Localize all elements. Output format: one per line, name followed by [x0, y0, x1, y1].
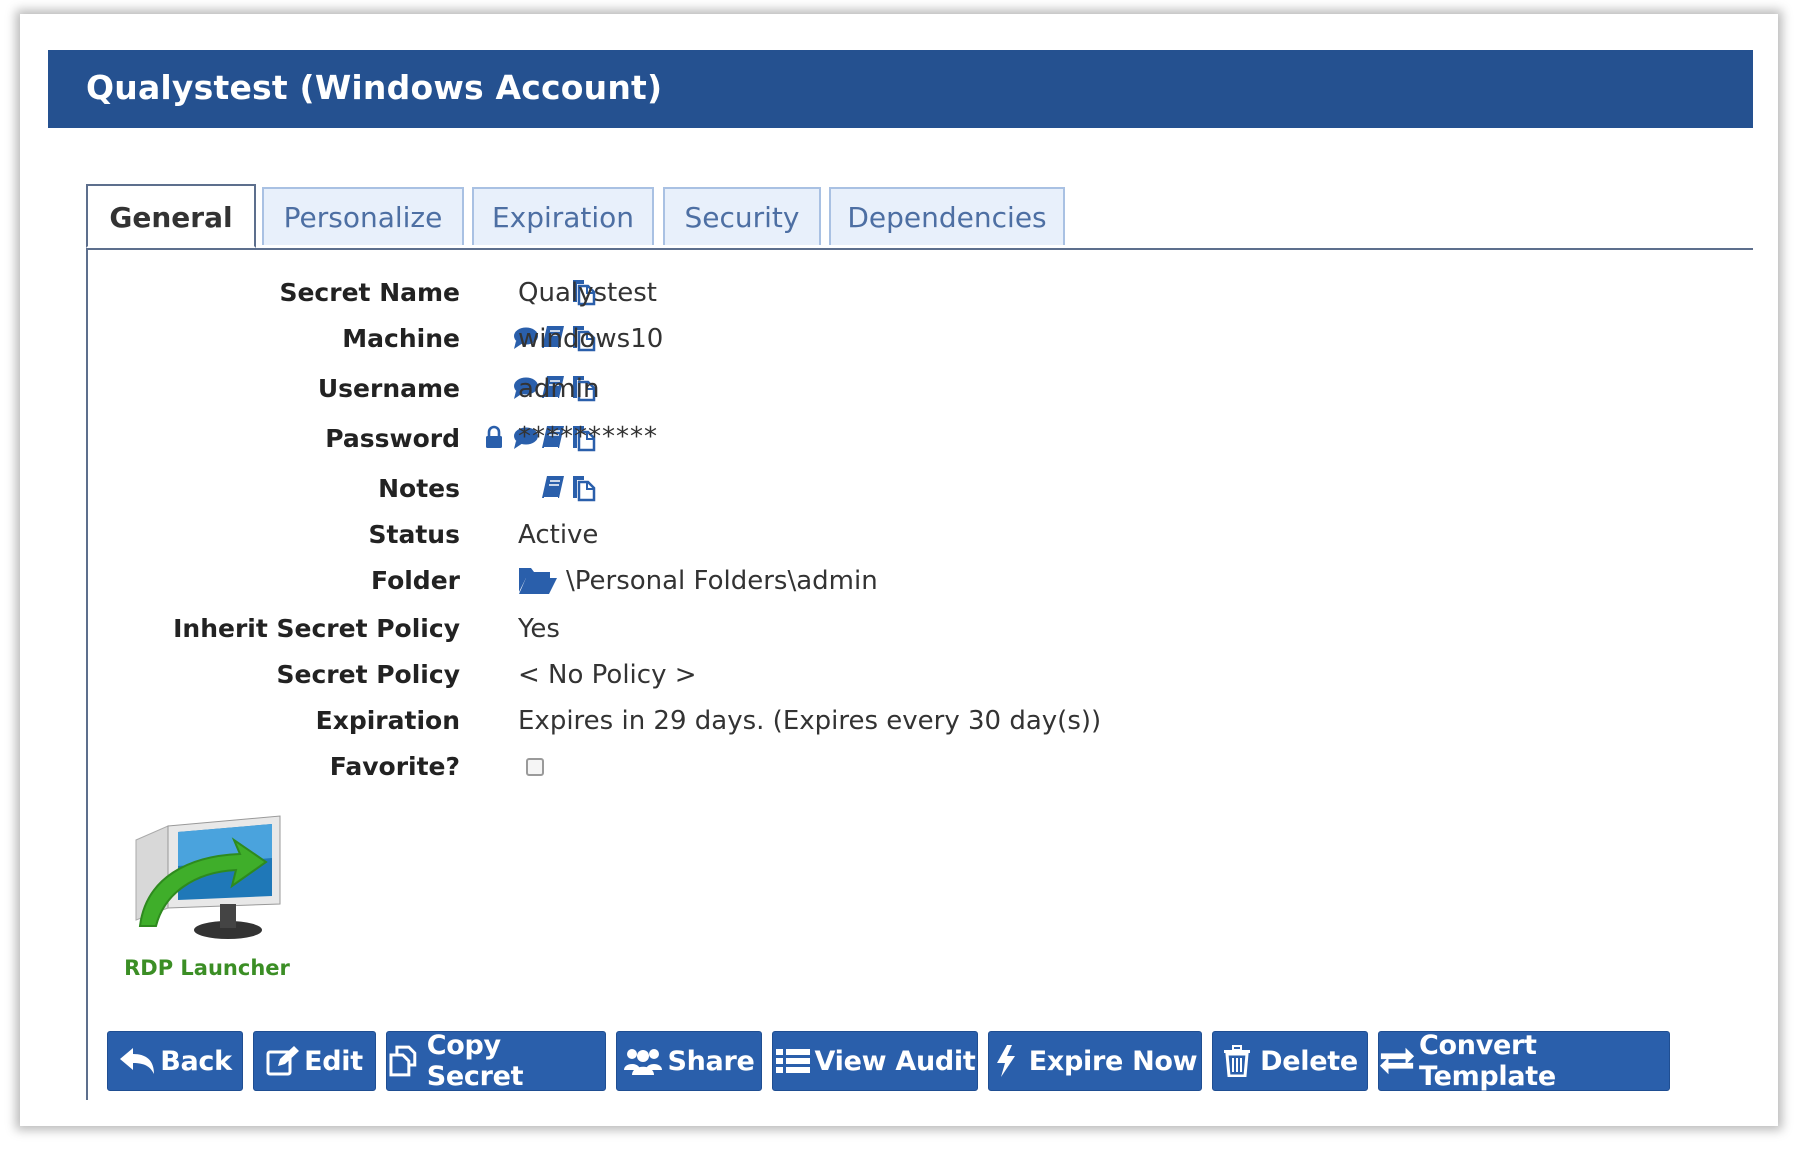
field-row-secret-name: Secret Name Qualystest: [100, 274, 1400, 314]
back-button-label: Back: [160, 1045, 232, 1077]
machine-value: windows10: [518, 324, 664, 354]
field-row-password: Password **********: [100, 420, 1400, 460]
field-label: Inherit Secret Policy: [173, 614, 460, 643]
secret-policy-value: < No Policy >: [518, 660, 697, 690]
users-icon: [624, 1049, 663, 1075]
field-row-folder: Folder \Personal Folders\admin: [100, 562, 1400, 602]
tab-dependencies[interactable]: Dependencies: [829, 187, 1065, 245]
edit-button[interactable]: Edit: [253, 1031, 376, 1091]
expiration-value: Expires in 29 days. (Expires every 30 da…: [518, 706, 1102, 736]
edit-button-label: Edit: [304, 1045, 363, 1077]
exchange-icon: [1379, 1047, 1415, 1075]
password-value: **********: [518, 422, 658, 452]
view-audit-button[interactable]: View Audit: [772, 1031, 978, 1091]
field-row-expiration: Expiration Expires in 29 days. (Expires …: [100, 702, 1400, 742]
convert-template-button[interactable]: Convert Template: [1378, 1030, 1670, 1092]
tab-expiration[interactable]: Expiration: [472, 187, 654, 245]
expire-now-button[interactable]: Expire Now: [988, 1031, 1202, 1091]
view-audit-button-label: View Audit: [814, 1045, 976, 1077]
back-button[interactable]: Back: [107, 1031, 243, 1091]
tab-security[interactable]: Security: [663, 187, 821, 245]
field-label: Expiration: [315, 706, 460, 735]
tab-bar: General Personalize Expiration Security …: [86, 184, 1753, 250]
status-value: Active: [518, 520, 599, 550]
copy-secret-button[interactable]: Copy Secret: [386, 1030, 606, 1092]
convert-template-button-label: Convert Template: [1419, 1030, 1556, 1092]
tab-personalize[interactable]: Personalize: [262, 187, 464, 245]
field-label: Secret Policy: [276, 660, 460, 689]
field-row-secret-policy: Secret Policy < No Policy >: [100, 656, 1400, 696]
delete-button-label: Delete: [1260, 1045, 1358, 1077]
field-row-username: Username admin: [100, 370, 1400, 410]
inherit-policy-value: Yes: [518, 614, 560, 644]
rdp-launcher-button[interactable]: RDP Launcher: [122, 808, 292, 986]
favorite-checkbox[interactable]: [526, 758, 544, 776]
field-label: Favorite?: [329, 752, 460, 781]
rdp-launcher-icon: [135, 815, 281, 939]
field-label: Status: [368, 520, 460, 549]
field-label: Folder: [371, 566, 460, 595]
field-row-machine: Machine windows10: [100, 320, 1400, 360]
field-row-inherit-policy: Inherit Secret Policy Yes: [100, 610, 1400, 650]
panel-border: [86, 248, 88, 1100]
secret-name-value: Qualystest: [518, 278, 657, 308]
field-row-favorite: Favorite?: [100, 748, 1400, 788]
share-button[interactable]: Share: [616, 1031, 762, 1091]
copy-icon[interactable]: [570, 474, 596, 502]
tab-general[interactable]: General: [86, 184, 256, 248]
folder-value[interactable]: \Personal Folders\admin: [566, 566, 878, 596]
expire-now-button-label: Expire Now: [1028, 1045, 1198, 1077]
copy-icon: [389, 1045, 417, 1077]
edit-icon: [266, 1046, 300, 1076]
lock-icon[interactable]: [484, 424, 504, 452]
list-icon: [775, 1049, 810, 1073]
copy-secret-button-label: Copy Secret: [426, 1030, 524, 1092]
field-row-notes: Notes: [100, 470, 1400, 510]
page-title: Qualystest (Windows Account): [86, 68, 663, 107]
share-button-label: Share: [667, 1045, 755, 1077]
bolt-icon: [996, 1045, 1015, 1077]
field-icons: [370, 474, 598, 508]
folder-open-icon: [519, 568, 557, 594]
field-row-status: Status Active: [100, 516, 1400, 556]
trash-icon: [1224, 1045, 1251, 1077]
username-value: admin: [518, 374, 600, 404]
rdp-launcher-label: RDP Launcher: [124, 956, 290, 980]
header-bar: Qualystest (Windows Account): [48, 50, 1753, 128]
book-icon[interactable]: [540, 474, 566, 502]
delete-button[interactable]: Delete: [1212, 1031, 1368, 1091]
reply-icon: [120, 1048, 155, 1074]
